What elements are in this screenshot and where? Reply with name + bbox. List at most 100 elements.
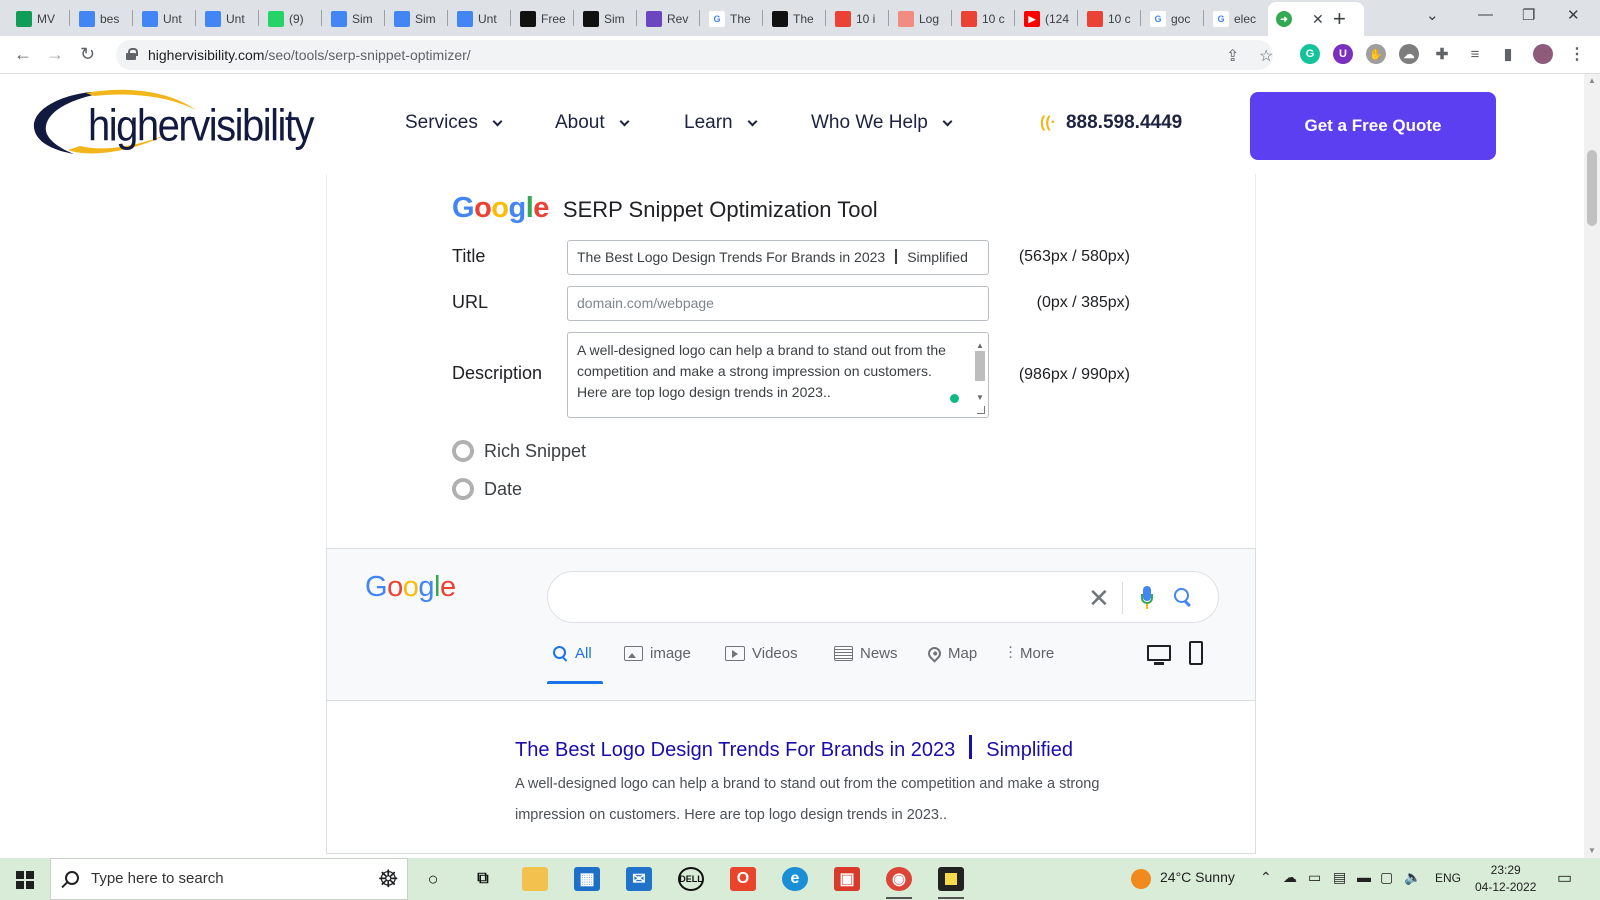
mail-icon[interactable]: ✉ [626,867,652,891]
grammarly-status-icon[interactable] [950,394,959,403]
reading-list-icon[interactable]: ≡ [1465,44,1485,64]
url-text[interactable]: highervisibility.com/seo/tools/serp-snip… [148,47,471,63]
browser-tab[interactable]: Ggoc [1142,6,1203,32]
taskbar-search-box[interactable]: Type here to search ☸ [50,858,408,900]
ship-wheel-doodle-icon[interactable]: ☸ [377,865,399,894]
show-hidden-icons-icon[interactable]: ⌃ [1260,869,1272,886]
serp-tab-news[interactable]: News [834,645,898,662]
side-panel-icon[interactable]: ▮ [1498,44,1518,64]
browser-tab[interactable]: 10 i [827,6,888,32]
purple-extension-icon[interactable]: U [1333,44,1353,64]
sticky-notes-icon[interactable] [938,867,964,899]
nav-learn[interactable]: Learn [684,112,758,134]
profile-avatar[interactable] [1533,44,1553,64]
radio-button[interactable] [452,440,474,462]
scroll-down-arrow-icon[interactable]: ▼ [976,387,984,408]
phone-link[interactable]: ((· 888.598.4449 [1040,112,1182,134]
url-input[interactable]: domain.com/webpage [567,286,989,321]
title-input[interactable]: The Best Logo Design Trends For Brands i… [567,240,989,275]
browser-tab[interactable]: bes [71,6,132,32]
browser-tab[interactable]: The [764,6,825,32]
display-icon[interactable]: ▢ [1380,869,1393,886]
browser-tab[interactable]: Gelec [1205,6,1266,32]
volume-icon[interactable]: 🔈 [1404,869,1421,886]
scroll-down-arrow-icon[interactable]: ▼ [1588,846,1596,855]
nav-who-we-help[interactable]: Who We Help [811,112,953,134]
address-bar[interactable]: highervisibility.com/seo/tools/serp-snip… [116,40,1273,70]
browser-tab[interactable]: (9) [260,6,321,32]
system-clock[interactable]: 23:29 04-12-2022 [1475,862,1536,896]
onedrive-icon[interactable]: ☁ [1283,869,1297,886]
serp-tab-videos[interactable]: Videos [725,645,798,662]
grammarly-extension-icon[interactable]: G [1300,44,1320,64]
serp-tab-all[interactable]: All [553,645,592,662]
microphone-icon[interactable] [1141,586,1153,610]
get-free-quote-button[interactable]: Get a Free Quote [1250,92,1496,160]
clear-x-icon[interactable]: ✕ [1088,583,1110,614]
browser-tab[interactable]: MV [8,6,69,32]
browser-tab[interactable]: Sim [323,6,384,32]
weather-text[interactable]: 24°C Sunny [1160,869,1235,885]
browser-tab[interactable]: Sim [386,6,447,32]
browser-tab[interactable]: Free [512,6,573,32]
mobile-view-icon[interactable] [1189,641,1203,665]
forward-button[interactable]: → [46,44,64,65]
file-explorer-icon[interactable] [522,867,548,891]
browser-tab[interactable]: Unt [197,6,258,32]
page-scrollbar[interactable]: ▲ ▼ [1584,74,1600,858]
chrome-icon[interactable]: ◉ [886,867,912,899]
cortana-icon[interactable]: ○ [420,867,446,891]
language-indicator[interactable]: ENG [1435,871,1461,885]
extensions-puzzle-icon[interactable]: ✚ [1432,44,1452,64]
bookmark-star-icon[interactable]: ☆ [1259,46,1273,66]
browser-tab[interactable]: ➜ ✕ [1268,2,1364,36]
browser-tab[interactable]: 10 c [953,6,1014,32]
browser-menu-icon[interactable]: ⋮ [1567,44,1587,64]
task-view-icon[interactable]: ⧉ [470,867,496,891]
serp-tab-more[interactable]: · · · More [1009,643,1054,664]
google-search-box[interactable]: ✕ [547,571,1219,623]
serp-result-title[interactable]: The Best Logo Design Trends For Brands i… [515,735,1073,762]
search-icon[interactable] [1174,588,1194,608]
desktop-view-icon[interactable] [1147,645,1171,665]
nav-about[interactable]: About [555,112,630,134]
serp-tab-image[interactable]: image [624,645,691,662]
radio-button[interactable] [452,478,474,500]
cloud-extension-icon[interactable]: ☁ [1399,44,1419,64]
weather-sun-icon[interactable] [1131,869,1151,889]
browser-tab[interactable]: ▶ (124 [1016,6,1077,32]
date-option[interactable]: Date [452,478,522,500]
battery-icon[interactable]: ▬ [1357,869,1371,885]
share-icon[interactable]: ⇪ [1226,46,1239,66]
hand-extension-icon[interactable]: ✋ [1366,44,1386,64]
close-window-button[interactable]: ✕ [1567,6,1580,24]
notifications-icon[interactable]: ▭ [1557,868,1572,888]
windows-start-icon[interactable] [16,871,34,889]
restore-button[interactable]: ❐ [1522,6,1535,24]
close-tab-icon[interactable]: ✕ [1312,11,1324,28]
browser-tab[interactable]: Unt [449,6,510,32]
resize-handle-icon[interactable] [977,406,985,414]
edge-icon[interactable]: e [782,867,808,891]
browser-tab[interactable]: Log [890,6,951,32]
browser-tab[interactable]: Unt [134,6,195,32]
reload-button[interactable]: ↻ [80,44,95,65]
dell-icon[interactable]: DELL [678,867,704,891]
new-tab-button[interactable]: + [1333,6,1346,32]
browser-tab[interactable]: Sim [575,6,636,32]
logo-text[interactable]: highervisibility [88,101,314,151]
office-icon[interactable]: O [730,867,756,891]
meet-icon[interactable]: ▭ [1308,869,1321,886]
scroll-up-arrow-icon[interactable]: ▲ [1588,76,1596,85]
browser-tab[interactable]: 10 c [1079,6,1140,32]
microsoft-store-icon[interactable]: ▦ [574,867,600,891]
browser-tab[interactable]: Rev [638,6,699,32]
back-button[interactable]: ← [14,44,32,65]
serp-tab-map[interactable]: Map [925,644,977,663]
browser-tab[interactable]: G The [701,6,762,32]
minimize-button[interactable]: — [1478,6,1493,23]
network-icon[interactable]: ▤ [1333,869,1346,886]
tab-search-icon[interactable]: ⌄ [1426,6,1439,24]
rich-snippet-option[interactable]: Rich Snippet [452,440,586,462]
page-scroll-thumb[interactable] [1587,150,1597,226]
